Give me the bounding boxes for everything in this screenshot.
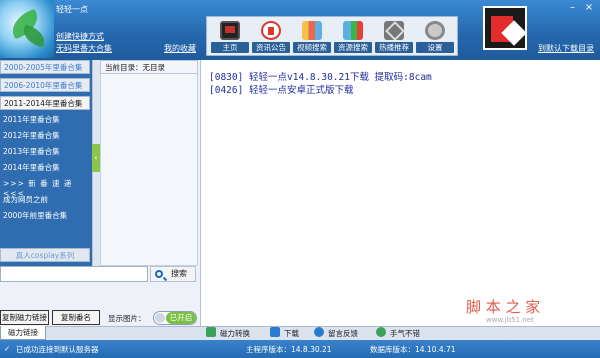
download-button[interactable]: 下载 xyxy=(284,328,299,339)
nav-label: 主页 xyxy=(211,42,249,53)
minimize-button[interactable]: – xyxy=(565,2,579,14)
collection-button-active[interactable]: 2011-2014年里番合集 xyxy=(0,96,90,110)
magnifier-icon xyxy=(155,270,163,278)
collapse-arrow-icon[interactable]: ‹ xyxy=(92,144,100,172)
info-icon xyxy=(261,21,281,40)
current-dir-label: 当前目录：无目录 xyxy=(100,60,198,74)
lucky-icon xyxy=(376,327,386,337)
search-icon xyxy=(343,21,363,40)
list-item[interactable]: 2014年里番合集 xyxy=(3,162,60,173)
list-item[interactable]: 2000年前里番合集 xyxy=(3,210,67,221)
main-version: 主程序版本：14.8.30.21 xyxy=(246,345,332,354)
search-button-label: 搜索 xyxy=(171,269,187,278)
gear-icon xyxy=(425,21,445,40)
status-icon: ✓ xyxy=(4,344,11,353)
copy-magnet-button[interactable]: 复制磁力链接 xyxy=(0,310,49,325)
convert-icon xyxy=(206,327,216,337)
search-input[interactable] xyxy=(0,266,148,282)
bottom-toolbar xyxy=(0,326,600,340)
watermark-logo: 脚 本 之 家 xyxy=(466,298,541,316)
feedback-button[interactable]: 留言反馈 xyxy=(328,328,358,339)
show-image-label: 显示图片： xyxy=(108,314,146,323)
nav-news-button[interactable]: 资讯公告 xyxy=(252,19,290,55)
list-item[interactable]: 2011年里番合集 xyxy=(3,114,60,125)
magnet-convert-button[interactable]: 磁力转换 xyxy=(220,328,250,339)
nav-settings-button[interactable]: 设置 xyxy=(416,19,454,55)
window-controls: – × xyxy=(565,2,596,14)
collection-button[interactable]: 2000-2005年里番合集 xyxy=(0,60,90,74)
nav-home-button[interactable]: 主页 xyxy=(211,19,249,55)
toggle-state: 已开启 xyxy=(166,312,196,324)
search-button[interactable]: 搜索 xyxy=(150,266,196,282)
notice-line[interactable]: [0830] 轻轻一点v14.8.30.21下载 提取码:8cam xyxy=(209,69,432,83)
nav-label: 热播推荐 xyxy=(375,42,413,53)
status-message: 已成功连接到默认服务器 xyxy=(16,345,99,354)
notice-panel: [0830] 轻轻一点v14.8.30.21下载 提取码:8cam [0426]… xyxy=(200,60,600,328)
monitor-icon xyxy=(220,21,240,40)
my-favorites-link[interactable]: 我的收藏 xyxy=(164,43,196,54)
list-item[interactable]: 成为网员之前 xyxy=(3,194,48,205)
nav-resource-search-button[interactable]: 资源搜索 xyxy=(334,19,372,55)
download-icon xyxy=(270,327,280,337)
app-title: 轻轻一点 xyxy=(56,5,88,14)
list-item[interactable]: 2012年里番合集 xyxy=(3,130,60,141)
toggle-knob xyxy=(155,313,165,323)
close-button[interactable]: × xyxy=(582,2,596,14)
nav-label: 视频搜索 xyxy=(293,42,331,53)
brand-badge xyxy=(483,6,527,50)
header-bar: 轻轻一点 创建快捷方式 无码里番大合集 我的收藏 主页 资讯公告 视频搜索 资源… xyxy=(0,0,600,60)
tab-magnet-link[interactable]: 磁力链接 xyxy=(0,326,46,340)
nav-hot-button[interactable]: 热播推荐 xyxy=(375,19,413,55)
download-dir-link[interactable]: 到默认下载目录 xyxy=(538,43,594,54)
collection-list: 2000-2005年里番合集 2006-2010年里番合集 2011-2014年… xyxy=(0,60,92,266)
nav-label: 资讯公告 xyxy=(252,42,290,53)
app-logo xyxy=(0,0,54,58)
left-panel: 2000-2005年里番合集 2006-2010年里番合集 2011-2014年… xyxy=(0,60,200,328)
collection-button[interactable]: 2006-2010年里番合集 xyxy=(0,78,90,92)
notice-line[interactable]: [0426] 轻轻一点安卓正式版下载 xyxy=(209,82,354,96)
watermark-url: www.jb51.net xyxy=(486,316,534,324)
no-code-collection-link[interactable]: 无码里番大合集 xyxy=(56,43,112,54)
nav-video-search-button[interactable]: 视频搜索 xyxy=(293,19,331,55)
nav-label: 资源搜索 xyxy=(334,42,372,53)
broadcast-icon xyxy=(384,21,404,40)
status-bar: ✓ 已成功连接到默认服务器 主程序版本：14.8.30.21 数据库版本：14.… xyxy=(0,340,600,358)
feeling-lucky-button[interactable]: 手气不错 xyxy=(390,328,420,339)
list-item[interactable]: 2013年里番合集 xyxy=(3,146,60,157)
directory-list[interactable] xyxy=(100,74,198,266)
cosplay-collection-button[interactable]: 真人cosplay系列 xyxy=(0,248,90,262)
nav-label: 设置 xyxy=(416,42,454,53)
album-icon xyxy=(302,21,322,40)
create-shortcut-link[interactable]: 创建快捷方式 xyxy=(56,31,104,42)
db-version: 数据库版本：14.10.4.71 xyxy=(370,345,456,354)
show-image-toggle[interactable]: 已开启 xyxy=(153,311,197,325)
feedback-icon xyxy=(314,327,324,337)
main-nav: 主页 资讯公告 视频搜索 资源搜索 热播推荐 设置 xyxy=(206,16,458,56)
copy-name-button[interactable]: 复制番名 xyxy=(52,310,100,325)
